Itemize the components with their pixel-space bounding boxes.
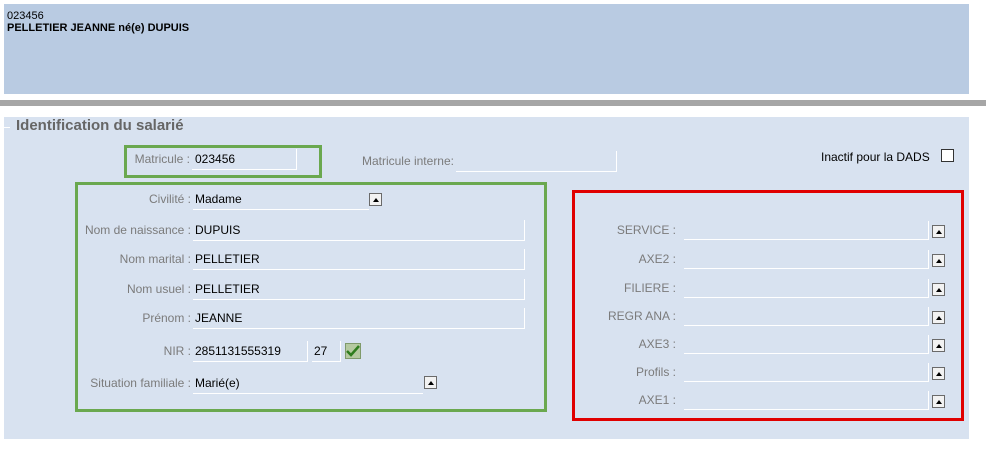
- axe1-dropdown-button[interactable]: [932, 395, 945, 408]
- chevron-up-icon: [427, 380, 434, 385]
- nir-validate-button[interactable]: [345, 343, 361, 359]
- prenom-value: JEANNE: [195, 311, 243, 325]
- nom-usuel-field[interactable]: PELLETIER: [193, 279, 525, 300]
- nir-key-field[interactable]: 27: [312, 341, 341, 362]
- header-separator: [0, 100, 986, 106]
- axe1-label: AXE1 :: [638, 393, 676, 407]
- situation-familiale-select[interactable]: [193, 373, 423, 394]
- situation-familiale-dropdown-button[interactable]: [424, 376, 437, 389]
- service-dropdown-button[interactable]: [932, 225, 945, 238]
- nom-marital-label: Nom marital :: [119, 252, 191, 266]
- matricule-field[interactable]: 023456: [192, 149, 297, 170]
- prenom-label: Prénom :: [142, 311, 191, 325]
- panel-frame-line: [0, 127, 10, 128]
- chevron-up-icon: [935, 258, 942, 263]
- nom-usuel-value: PELLETIER: [195, 282, 260, 296]
- nom-naissance-value: DUPUIS: [195, 223, 241, 237]
- service-label: SERVICE :: [616, 223, 676, 237]
- chevron-up-icon: [935, 315, 942, 320]
- employee-header: 023456 PELLETIER JEANNE né(e) DUPUIS: [4, 4, 969, 94]
- nom-naissance-label: Nom de naissance :: [84, 223, 191, 237]
- nom-marital-field[interactable]: PELLETIER: [193, 249, 525, 270]
- regr-ana-select[interactable]: [684, 307, 929, 326]
- prenom-field[interactable]: JEANNE: [193, 308, 525, 329]
- header-employee-name: PELLETIER JEANNE né(e) DUPUIS: [7, 22, 190, 34]
- service-select[interactable]: [684, 221, 929, 240]
- axe2-select[interactable]: [684, 250, 929, 269]
- matricule-label: Matricule :: [134, 152, 190, 166]
- axe3-label: AXE3 :: [638, 337, 676, 351]
- matricule-value: 023456: [195, 152, 236, 166]
- chevron-up-icon: [935, 371, 942, 376]
- axe2-label: AXE2 :: [638, 252, 676, 266]
- inactif-dads-label: Inactif pour la DADS: [821, 150, 930, 164]
- matricule-interne-field[interactable]: [456, 151, 617, 172]
- chevron-up-icon: [935, 287, 942, 292]
- nir-key-value: 27: [314, 344, 328, 358]
- profils-label: Profils :: [635, 365, 676, 379]
- chevron-up-icon: [372, 197, 379, 202]
- profils-dropdown-button[interactable]: [932, 367, 945, 380]
- axe3-dropdown-button[interactable]: [932, 339, 945, 352]
- axe3-select[interactable]: [684, 335, 929, 354]
- chevron-up-icon: [935, 229, 942, 234]
- chevron-up-icon: [935, 399, 942, 404]
- filiere-label: FILIERE :: [623, 281, 676, 295]
- axe1-select[interactable]: [684, 391, 929, 410]
- situation-familiale-label: Situation familiale :: [90, 376, 191, 390]
- civilite-dropdown-button[interactable]: [369, 193, 382, 206]
- inactif-dads-checkbox[interactable]: [941, 149, 954, 162]
- civilite-select[interactable]: [193, 189, 369, 210]
- header-employee-id: 023456: [7, 10, 44, 22]
- nom-naissance-field[interactable]: DUPUIS: [193, 220, 525, 241]
- panel-title: Identification du salarié: [14, 117, 186, 134]
- civilite-label: Civilité :: [148, 192, 191, 206]
- nom-marital-value: PELLETIER: [195, 252, 260, 266]
- matricule-interne-label: Matricule interne:: [361, 154, 454, 168]
- regr-ana-dropdown-button[interactable]: [932, 311, 945, 324]
- chevron-up-icon: [935, 343, 942, 348]
- axe2-dropdown-button[interactable]: [932, 254, 945, 267]
- nir-label: NIR :: [163, 344, 191, 358]
- nom-usuel-label: Nom usuel :: [126, 282, 191, 296]
- nir-field[interactable]: 2851131555319: [193, 341, 308, 362]
- filiere-dropdown-button[interactable]: [932, 283, 945, 296]
- nir-value: 2851131555319: [195, 344, 281, 358]
- filiere-select[interactable]: [684, 279, 929, 298]
- regr-ana-label: REGR ANA :: [607, 309, 676, 323]
- checkmark-icon: [346, 345, 360, 357]
- profils-select[interactable]: [684, 363, 929, 382]
